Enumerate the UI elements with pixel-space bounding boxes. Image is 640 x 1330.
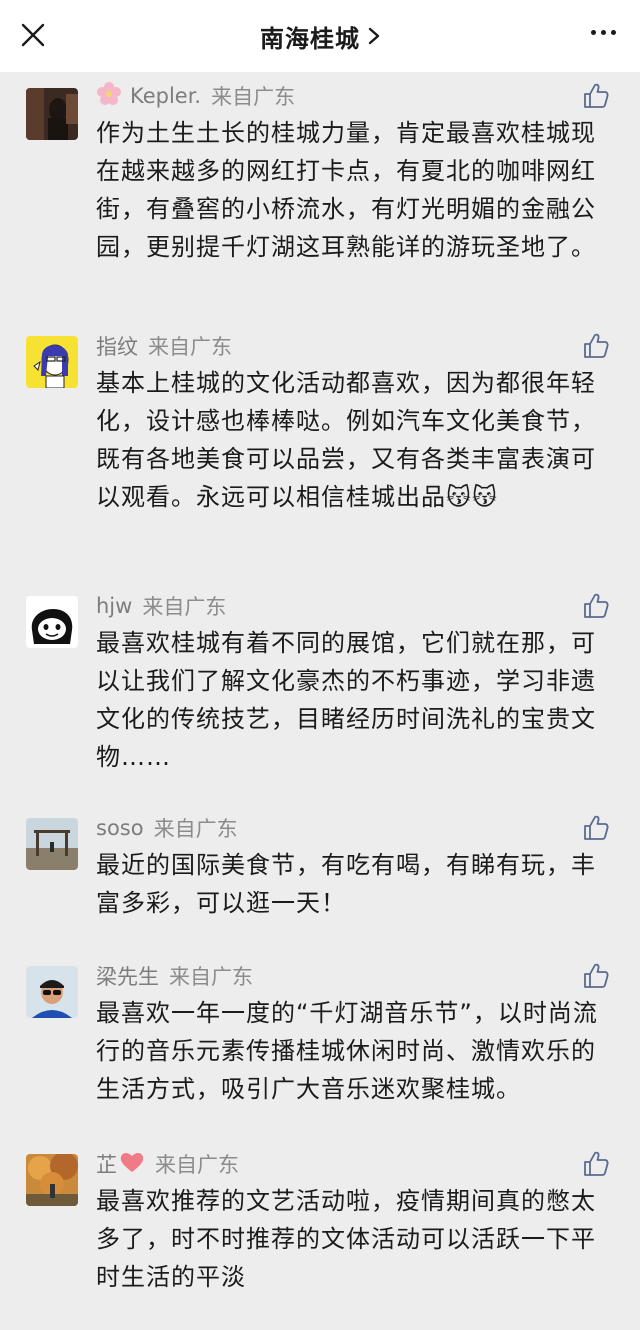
like-icon[interactable] — [582, 82, 610, 110]
comment-location: 来自广东 — [211, 85, 296, 109]
comment-header: Kepler. 来自广东 — [96, 81, 610, 112]
like-icon[interactable] — [582, 962, 610, 990]
avatar[interactable] — [26, 1154, 78, 1206]
comment-item: hjw 来自广东 最喜欢桂城有着不同的展馆，它们就在那，可以让我们了解文化豪杰的… — [0, 592, 640, 814]
comment-location: 来自广东 — [153, 817, 238, 841]
flower-icon — [96, 81, 122, 112]
comment-header: 梁先生 来自广东 — [96, 962, 610, 990]
like-icon[interactable] — [582, 332, 610, 360]
comment-text: 最喜欢推荐的文艺活动啦，疫情期间真的憋太多了，时不时推荐的文体活动可以活跃一下平… — [96, 1187, 596, 1291]
more-icon[interactable] — [591, 30, 616, 35]
avatar[interactable] — [26, 818, 78, 870]
comment-location: 来自广东 — [148, 335, 232, 359]
comment-header: soso 来自广东 — [96, 814, 610, 842]
comment-location: 来自广东 — [142, 595, 227, 619]
comment-item: 指纹 来自广东 基本上桂城的文化活动都喜欢，因为都很年轻化，设计感也棒棒哒。例如… — [0, 332, 640, 592]
avatar[interactable] — [26, 336, 78, 388]
comment-location: 来自广东 — [155, 1153, 239, 1177]
like-icon[interactable] — [582, 814, 610, 842]
comment-item: Kepler. 来自广东 作为土生土长的桂城力量，肯定最喜欢桂城现在越来越多的网… — [0, 81, 640, 332]
comment-item: 芷 来自广东 最喜欢推荐的文艺活动啦，疫情期间真的憋太多了，时不时推荐的文体活动… — [0, 1150, 640, 1300]
comment-item: soso 来自广东 最近的国际美食节，有吃有喝，有睇有玩，丰富多彩，可以逛一天！ — [0, 814, 640, 962]
comment-text: 作为土生土长的桂城力量，肯定最喜欢桂城现在越来越多的网红打卡点，有夏北的咖啡网红… — [96, 119, 596, 261]
avatar[interactable] — [26, 966, 78, 1018]
page-title: 南海桂城 — [260, 24, 360, 53]
chevron-right-icon — [368, 27, 380, 45]
comment-text-body: 基本上桂城的文化活动都喜欢，因为都很年轻化，设计感也棒棒哒。例如汽车文化美食节，… — [96, 369, 596, 511]
comment-author[interactable]: 指纹 — [96, 331, 138, 361]
comment-text: 基本上桂城的文化活动都喜欢，因为都很年轻化，设计感也棒棒哒。例如汽车文化美食节，… — [96, 364, 610, 516]
like-icon[interactable] — [582, 1150, 610, 1178]
comment-author[interactable]: hjw — [96, 594, 132, 618]
heart-icon — [119, 1150, 145, 1179]
comment-header: hjw 来自广东 — [96, 592, 610, 620]
comment-text: 最近的国际美食节，有吃有喝，有睇有玩，丰富多彩，可以逛一天！ — [96, 851, 596, 917]
comment-location: 来自广东 — [169, 965, 253, 989]
comment-text: 最喜欢桂城有着不同的展馆，它们就在那，可以让我们了解文化豪杰的不朽事迹，学习非遗… — [96, 629, 596, 771]
comment-author[interactable]: Kepler. — [130, 84, 201, 108]
comment-text: 最喜欢一年一度的“千灯湖音乐节”，以时尚流行的音乐元素传播桂城休闲时尚、激情欢乐… — [96, 999, 598, 1103]
avatar[interactable] — [26, 88, 78, 140]
like-icon[interactable] — [582, 592, 610, 620]
comment-item: 梁先生 来自广东 最喜欢一年一度的“千灯湖音乐节”，以时尚流行的音乐元素传播桂城… — [0, 962, 640, 1150]
cat-emoji: 😽😽 — [446, 483, 499, 511]
comment-header: 指纹 来自广东 — [96, 332, 610, 360]
top-nav-bar: 南海桂城 — [0, 0, 640, 72]
comment-list: Kepler. 来自广东 作为土生土长的桂城力量，肯定最喜欢桂城现在越来越多的网… — [0, 72, 640, 1300]
comment-author[interactable]: 芷 — [96, 1149, 117, 1179]
page-title-link[interactable]: 南海桂城 — [260, 19, 380, 54]
avatar[interactable] — [26, 596, 78, 648]
comment-author[interactable]: soso — [96, 816, 144, 840]
comment-author[interactable]: 梁先生 — [96, 961, 159, 991]
comment-header: 芷 来自广东 — [96, 1150, 610, 1178]
close-icon[interactable] — [20, 22, 46, 48]
